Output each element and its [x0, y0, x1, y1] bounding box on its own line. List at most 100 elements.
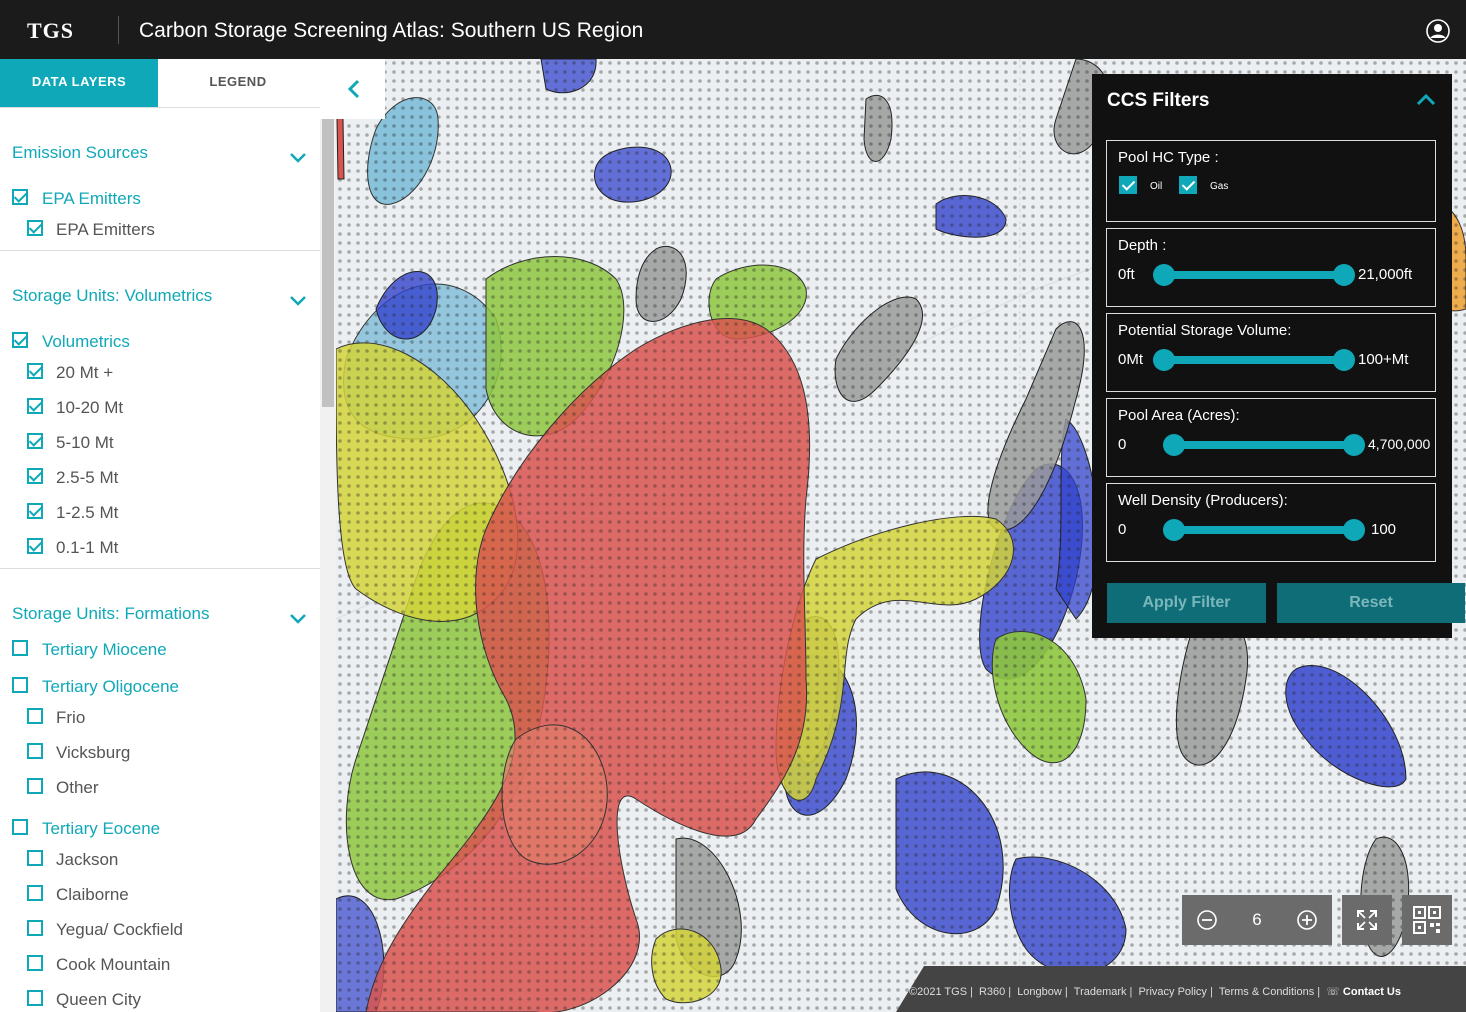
- depth-max-handle[interactable]: [1333, 264, 1355, 286]
- zoom-control: 6: [1182, 895, 1332, 945]
- qr-code-button[interactable]: [1402, 895, 1452, 945]
- label-queen-city: Queen City: [56, 990, 142, 1009]
- checkbox-vol-10-20mt[interactable]: [27, 398, 43, 414]
- app-title: Carbon Storage Screening Atlas: Southern…: [139, 19, 644, 42]
- volume-min-value: 0Mt: [1118, 351, 1144, 368]
- label-frio: Frio: [56, 708, 86, 727]
- data-layers-sidebar: DATA LAYERS LEGEND Emission Sources EPA …: [0, 59, 320, 1012]
- tgs-logo[interactable]: TGS: [27, 18, 74, 44]
- label-vol-0-1-1mt: 0.1-1 Mt: [56, 538, 119, 557]
- label-yegua-cockfield: Yegua/ Cockfield: [56, 920, 183, 939]
- area-min-value: 0: [1118, 436, 1127, 453]
- checkbox-vol-5-10mt[interactable]: [27, 433, 43, 449]
- filter-label: Pool Area (Acres):: [1118, 407, 1240, 424]
- area-min-handle[interactable]: [1163, 434, 1185, 456]
- zoom-in-button[interactable]: [1282, 895, 1332, 945]
- checkbox-tertiary-oligocene[interactable]: [12, 677, 28, 693]
- filter-pool-hc-type: Pool HC Type : Oil Gas: [1106, 140, 1436, 222]
- footer-link-contact[interactable]: Contact Us: [1343, 986, 1401, 998]
- label-cook-mountain: Cook Mountain: [56, 955, 171, 974]
- checkbox-queen-city[interactable]: [27, 990, 43, 1006]
- section-title-formations[interactable]: Storage Units: Formations: [12, 604, 209, 624]
- section-divider: [0, 250, 320, 251]
- chevron-down-icon[interactable]: [288, 147, 308, 167]
- label-tertiary-eocene: Tertiary Eocene: [42, 819, 161, 838]
- tab-legend[interactable]: LEGEND: [158, 59, 318, 107]
- chevron-down-icon[interactable]: [288, 290, 308, 310]
- area-max-handle[interactable]: [1343, 434, 1365, 456]
- depth-slider-track[interactable]: [1165, 271, 1345, 279]
- filter-label: Depth :: [1118, 237, 1167, 254]
- area-max-value: 4,700,000: [1368, 436, 1431, 452]
- density-slider-track[interactable]: [1175, 526, 1355, 534]
- checkbox-other[interactable]: [27, 778, 43, 794]
- reset-button[interactable]: Reset: [1277, 583, 1465, 623]
- footer-link-trademark[interactable]: Trademark: [1074, 986, 1127, 998]
- checkbox-oil[interactable]: [1119, 176, 1137, 194]
- label-vol-20mt: 20 Mt +: [56, 363, 114, 382]
- label-epa-emitters: EPA Emitters: [56, 220, 155, 239]
- depth-max-value: 21,000ft: [1358, 266, 1413, 283]
- zoom-level: 6: [1252, 910, 1262, 929]
- label-vicksburg: Vicksburg: [56, 743, 131, 762]
- filter-depth: Depth : 0ft 21,000ft: [1106, 228, 1436, 307]
- checkbox-tertiary-eocene[interactable]: [12, 819, 28, 835]
- filter-storage-volume: Potential Storage Volume: 0Mt 100+Mt: [1106, 313, 1436, 392]
- chevron-up-icon[interactable]: [1415, 92, 1437, 108]
- fullscreen-button[interactable]: [1342, 895, 1392, 945]
- chevron-down-icon[interactable]: [288, 608, 308, 628]
- chevron-left-icon: [347, 79, 360, 99]
- footer-link-r360[interactable]: R360: [979, 986, 1005, 998]
- checkbox-epa-emitters-group[interactable]: [12, 189, 28, 205]
- scrollbar-thumb[interactable]: [322, 119, 334, 407]
- volume-min-handle[interactable]: [1153, 349, 1175, 371]
- checkbox-tertiary-miocene[interactable]: [12, 640, 28, 656]
- checkbox-vol-2-5-5mt[interactable]: [27, 468, 43, 484]
- depth-min-handle[interactable]: [1153, 264, 1175, 286]
- density-max-value: 100: [1371, 521, 1397, 538]
- volume-max-value: 100+Mt: [1358, 351, 1409, 368]
- filter-pool-area: Pool Area (Acres): 0 4,700,000: [1106, 398, 1436, 477]
- label-vol-1-2-5mt: 1-2.5 Mt: [56, 503, 119, 522]
- user-account-icon[interactable]: [1426, 19, 1450, 43]
- checkbox-frio[interactable]: [27, 708, 43, 724]
- footer-link-privacy[interactable]: Privacy Policy: [1138, 986, 1206, 998]
- filter-label: Pool HC Type :: [1118, 149, 1219, 166]
- checkbox-claiborne[interactable]: [27, 885, 43, 901]
- plus-circle-icon: [1297, 910, 1317, 930]
- checkbox-vol-20mt[interactable]: [27, 363, 43, 379]
- checkbox-volumetrics[interactable]: [12, 332, 28, 348]
- density-max-handle[interactable]: [1343, 519, 1365, 541]
- checkbox-vol-1-2-5mt[interactable]: [27, 503, 43, 519]
- footer-link-longbow[interactable]: Longbow: [1017, 986, 1062, 998]
- label-volumetrics: Volumetrics: [42, 332, 130, 351]
- app-header: TGS Carbon Storage Screening Atlas: Sout…: [0, 0, 1466, 59]
- checkbox-epa-emitters[interactable]: [27, 220, 43, 236]
- area-slider-track[interactable]: [1175, 441, 1355, 449]
- footer-links: ©2021 TGS | R360 | Longbow | Trademark | Pri…: [909, 986, 1401, 998]
- checkbox-cook-mountain[interactable]: [27, 955, 43, 971]
- footer-link-terms[interactable]: Terms & Conditions: [1219, 986, 1314, 998]
- section-title-volumetrics[interactable]: Storage Units: Volumetrics: [12, 286, 212, 306]
- section-divider: [0, 568, 320, 569]
- map-footer: ©2021 TGS | R360 | Longbow | Trademark | Pri…: [896, 966, 1466, 1012]
- sidebar-tabs: DATA LAYERS LEGEND: [0, 59, 320, 108]
- volume-slider-track[interactable]: [1165, 356, 1345, 364]
- checkbox-gas[interactable]: [1179, 176, 1197, 194]
- checkbox-vicksburg[interactable]: [27, 743, 43, 759]
- checkbox-yegua-cockfield[interactable]: [27, 920, 43, 936]
- label-tertiary-oligocene: Tertiary Oligocene: [42, 677, 180, 696]
- apply-filter-button[interactable]: Apply Filter: [1107, 583, 1266, 623]
- density-min-handle[interactable]: [1163, 519, 1185, 541]
- collapse-sidebar-button[interactable]: [320, 59, 385, 119]
- zoom-out-button[interactable]: [1182, 895, 1232, 945]
- label-jackson: Jackson: [56, 850, 119, 869]
- label-vol-10-20mt: 10-20 Mt: [56, 398, 124, 417]
- sidebar-scrollbar[interactable]: [320, 59, 336, 1012]
- section-title-emission-sources[interactable]: Emission Sources: [12, 143, 148, 163]
- tab-data-layers[interactable]: DATA LAYERS: [0, 59, 158, 107]
- volume-max-handle[interactable]: [1333, 349, 1355, 371]
- checkbox-vol-0-1-1mt[interactable]: [27, 538, 43, 554]
- checkbox-jackson[interactable]: [27, 850, 43, 866]
- ccs-filters-panel: CCS Filters Pool HC Type : Oil Gas Depth…: [1092, 74, 1465, 638]
